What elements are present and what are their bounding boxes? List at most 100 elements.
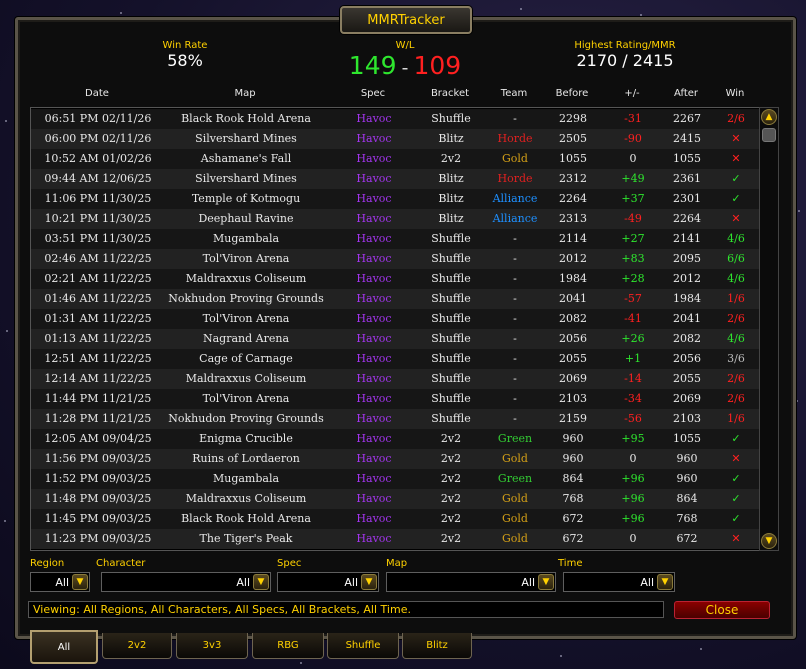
map-dropdown[interactable]: All ▼ <box>386 572 556 592</box>
table-row[interactable]: 10:52 AM 01/02/26 Ashamane's Fall Havoc 2v2… <box>31 149 760 169</box>
row-before: 2298 <box>559 112 587 125</box>
close-button[interactable]: Close <box>674 601 770 619</box>
table-row[interactable]: 11:44 PM 11/21/25 Tol'Viron Arena Havoc Shu… <box>31 389 760 409</box>
row-date: 11:23 PM 09/03/25 <box>44 532 152 545</box>
row-diff: -90 <box>624 132 642 145</box>
table-row[interactable]: 01:31 AM 11/22/25 Tol'Viron Arena Havoc Shu… <box>31 309 760 329</box>
row-bracket: Shuffle <box>431 292 471 305</box>
row-date: 10:52 AM 01/02/26 <box>44 152 152 165</box>
row-before: 2082 <box>559 312 587 325</box>
col-header-map[interactable]: Map <box>160 88 330 99</box>
region-dropdown[interactable]: All ▼ <box>30 572 90 592</box>
chevron-up-icon[interactable]: ▲ <box>761 109 777 125</box>
row-date: 01:46 AM 11/22/25 <box>44 292 152 305</box>
col-header-win[interactable]: Win <box>710 88 760 99</box>
row-map: Nokhudon Proving Grounds <box>168 412 324 425</box>
table-row[interactable]: 12:51 AM 11/22/25 Cage of Carnage Havoc Shu… <box>31 349 760 369</box>
row-diff: +83 <box>621 252 645 265</box>
row-bracket: 2v2 <box>440 512 462 525</box>
tab-rbg[interactable]: RBG <box>252 633 324 659</box>
table-row[interactable]: 11:56 PM 09/03/25 Ruins of Lordaeron Havoc… <box>31 449 760 469</box>
chevron-down-icon[interactable]: ▼ <box>361 574 377 590</box>
col-header-spec[interactable]: Spec <box>330 88 416 99</box>
row-diff: -49 <box>624 212 642 225</box>
col-header-before[interactable]: Before <box>542 88 602 99</box>
row-bracket: Shuffle <box>431 232 471 245</box>
row-before: 2264 <box>559 192 587 205</box>
row-win: 2/6 <box>727 392 745 405</box>
col-header-date[interactable]: Date <box>32 88 162 99</box>
row-map: Deephaul Ravine <box>198 212 294 225</box>
table-row[interactable]: 11:28 PM 11/21/25 Nokhudon Proving Ground… <box>31 409 760 429</box>
row-after: 2264 <box>673 212 701 225</box>
row-map: Temple of Kotmogu <box>191 192 301 205</box>
table-row[interactable]: 06:00 PM 02/11/26 Silvershard Mines Havoc B… <box>31 129 760 149</box>
row-bracket: Blitz <box>438 172 464 185</box>
cross-icon: ✕ <box>731 452 741 465</box>
chevron-down-icon[interactable]: ▼ <box>538 574 554 590</box>
wl-label: W/L <box>395 40 415 51</box>
table-row[interactable]: 01:13 AM 11/22/25 Nagrand Arena Havoc Shuff… <box>31 329 760 349</box>
chevron-down-icon[interactable]: ▼ <box>657 574 673 590</box>
row-diff: +95 <box>621 432 645 445</box>
window-title[interactable]: MMRTracker <box>340 6 472 34</box>
table-row[interactable]: 11:48 PM 09/03/25 Maldraxxus Coliseum Havo… <box>31 489 760 509</box>
row-spec: Havoc <box>356 212 392 225</box>
table-row[interactable]: 11:23 PM 09/03/25 The Tiger's Peak Havoc 2v… <box>31 529 760 549</box>
row-date: 12:05 AM 09/04/25 <box>44 432 152 445</box>
check-icon: ✓ <box>731 492 741 505</box>
row-team: Alliance <box>492 192 538 205</box>
wl-separator: - <box>401 55 409 79</box>
table-row[interactable]: 10:21 PM 11/30/25 Deephaul Ravine Havoc Bli… <box>31 209 760 229</box>
row-win: 2/6 <box>727 312 745 325</box>
row-date: 01:13 AM 11/22/25 <box>44 332 152 345</box>
table-row[interactable]: 09:44 AM 12/06/25 Silvershard Mines Havoc B… <box>31 169 760 189</box>
row-team: - <box>513 232 517 245</box>
row-diff: +28 <box>621 272 645 285</box>
tab-blitz[interactable]: Blitz <box>402 633 472 659</box>
table-row[interactable]: 12:05 AM 09/04/25 Enigma Crucible Havoc 2v2… <box>31 429 760 449</box>
row-after: 1055 <box>673 432 701 445</box>
col-header-diff[interactable]: +/- <box>602 88 662 99</box>
spec-filter-label: Spec <box>277 558 302 569</box>
row-diff: -41 <box>624 312 642 325</box>
row-spec: Havoc <box>356 452 392 465</box>
chevron-down-icon[interactable]: ▼ <box>72 574 88 590</box>
row-bracket: Shuffle <box>431 372 471 385</box>
status-bar: Viewing: All Regions, All Characters, Al… <box>28 601 664 618</box>
row-after: 2069 <box>673 392 701 405</box>
character-dropdown[interactable]: All ▼ <box>101 572 271 592</box>
tab-shuffle[interactable]: Shuffle <box>327 633 399 659</box>
tab-3v3[interactable]: 3v3 <box>176 633 248 659</box>
cross-icon: ✕ <box>731 132 741 145</box>
table-row[interactable]: 12:14 AM 11/22/25 Maldraxxus Coliseum Havo… <box>31 369 760 389</box>
scrollbar-thumb[interactable] <box>762 128 776 142</box>
time-dropdown[interactable]: All ▼ <box>563 572 675 592</box>
table-row[interactable]: 02:46 AM 11/22/25 Tol'Viron Arena Havoc Shu… <box>31 249 760 269</box>
table-scrollbar[interactable]: ▲ ▼ <box>759 107 779 551</box>
row-bracket: Shuffle <box>431 332 471 345</box>
row-date: 02:46 AM 11/22/25 <box>44 252 152 265</box>
table-row[interactable]: 06:51 PM 02/11/26 Black Rook Hold Arena Ha… <box>31 109 760 129</box>
col-header-after[interactable]: After <box>662 88 710 99</box>
col-header-bracket[interactable]: Bracket <box>415 88 485 99</box>
tab-2v2[interactable]: 2v2 <box>102 633 172 659</box>
table-row[interactable]: 11:45 PM 09/03/25 Black Rook Hold Arena Ha… <box>31 509 760 529</box>
row-date: 06:00 PM 02/11/26 <box>44 132 152 145</box>
table-row[interactable]: 11:06 PM 11/30/25 Temple of Kotmogu Havoc B… <box>31 189 760 209</box>
table-row[interactable]: 11:52 PM 09/03/25 Mugambala Havoc 2v2 Green 8… <box>31 469 760 489</box>
table-row[interactable]: 01:46 AM 11/22/25 Nokhudon Proving Ground… <box>31 289 760 309</box>
highest-rating-value: 2170 / 2415 <box>576 51 674 70</box>
tab-all[interactable]: All <box>30 630 98 664</box>
check-icon: ✓ <box>731 512 741 525</box>
row-before: 2055 <box>559 352 587 365</box>
row-after: 960 <box>676 472 698 485</box>
spec-dropdown[interactable]: All ▼ <box>277 572 379 592</box>
row-win: 2/6 <box>727 112 745 125</box>
table-row[interactable]: 03:51 PM 11/30/25 Mugambala Havoc Shuffle - 2… <box>31 229 760 249</box>
table-row[interactable]: 02:21 AM 11/22/25 Maldraxxus Coliseum Havo… <box>31 269 760 289</box>
col-header-team[interactable]: Team <box>485 88 543 99</box>
row-before: 1055 <box>559 152 587 165</box>
chevron-down-icon[interactable]: ▼ <box>253 574 269 590</box>
chevron-down-icon[interactable]: ▼ <box>761 533 777 549</box>
